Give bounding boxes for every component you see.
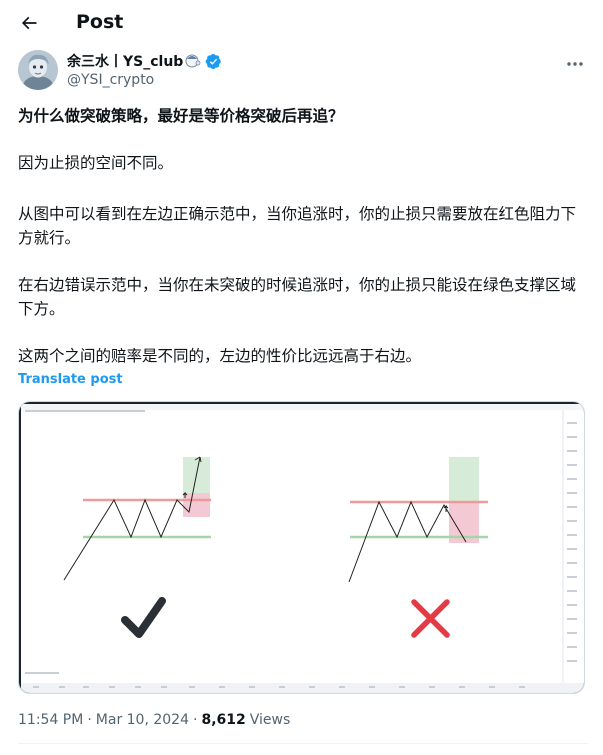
tweet-paragraph-1: 为什么做突破策略，最好是等价格突破后再追？ [18,107,344,125]
translate-post-link[interactable]: Translate post [18,372,123,387]
views-label: Views [249,712,291,728]
back-button[interactable] [14,9,44,37]
more-horizontal-icon [567,62,583,66]
face-emoji-icon [185,54,201,68]
views-count: 8,612 [201,712,246,728]
avatar-image [18,50,58,90]
post-header: Post [0,0,603,46]
tweet-paragraph-5: 这两个之间的赔率是不同的，左边的性价比远远高于右边。 [18,347,422,365]
tweet-meta: 11:54 PM · Mar 10, 2024 · 8,612 Views [18,712,290,728]
page-title: Post [76,11,124,33]
author-handle[interactable]: @YSI_crypto [67,72,154,88]
trading-chart-illustration [21,404,584,693]
arrow-left-icon [21,16,37,30]
author-name[interactable]: 余三水丨YS_club [67,51,183,71]
post-date[interactable]: Mar 10, 2024 [96,712,189,728]
post-time[interactable]: 11:54 PM [18,712,83,728]
verified-badge-icon [206,53,222,69]
tweet-image[interactable] [18,401,585,694]
more-options-button[interactable] [564,54,586,74]
meta-separator: · [87,712,92,728]
tweet-paragraph-2: 因为止损的空间不同。 [18,154,174,172]
tweet-paragraph-4: 在右边错误示范中，当你在未突破的时候追涨时，你的止损只能设在绿色支撑区域下方。 [18,276,577,318]
meta-separator: · [193,712,198,728]
tweet-paragraph-3: 从图中可以看到在左边正确示范中，当你追涨时，你的止损只需要放在红色阻力下方就行。 [18,205,577,247]
divider [18,743,588,744]
author-name-row: 余三水丨YS_club [67,51,222,71]
avatar[interactable] [18,50,58,90]
author-block: 余三水丨YS_club @YSI_crypto [18,50,588,94]
